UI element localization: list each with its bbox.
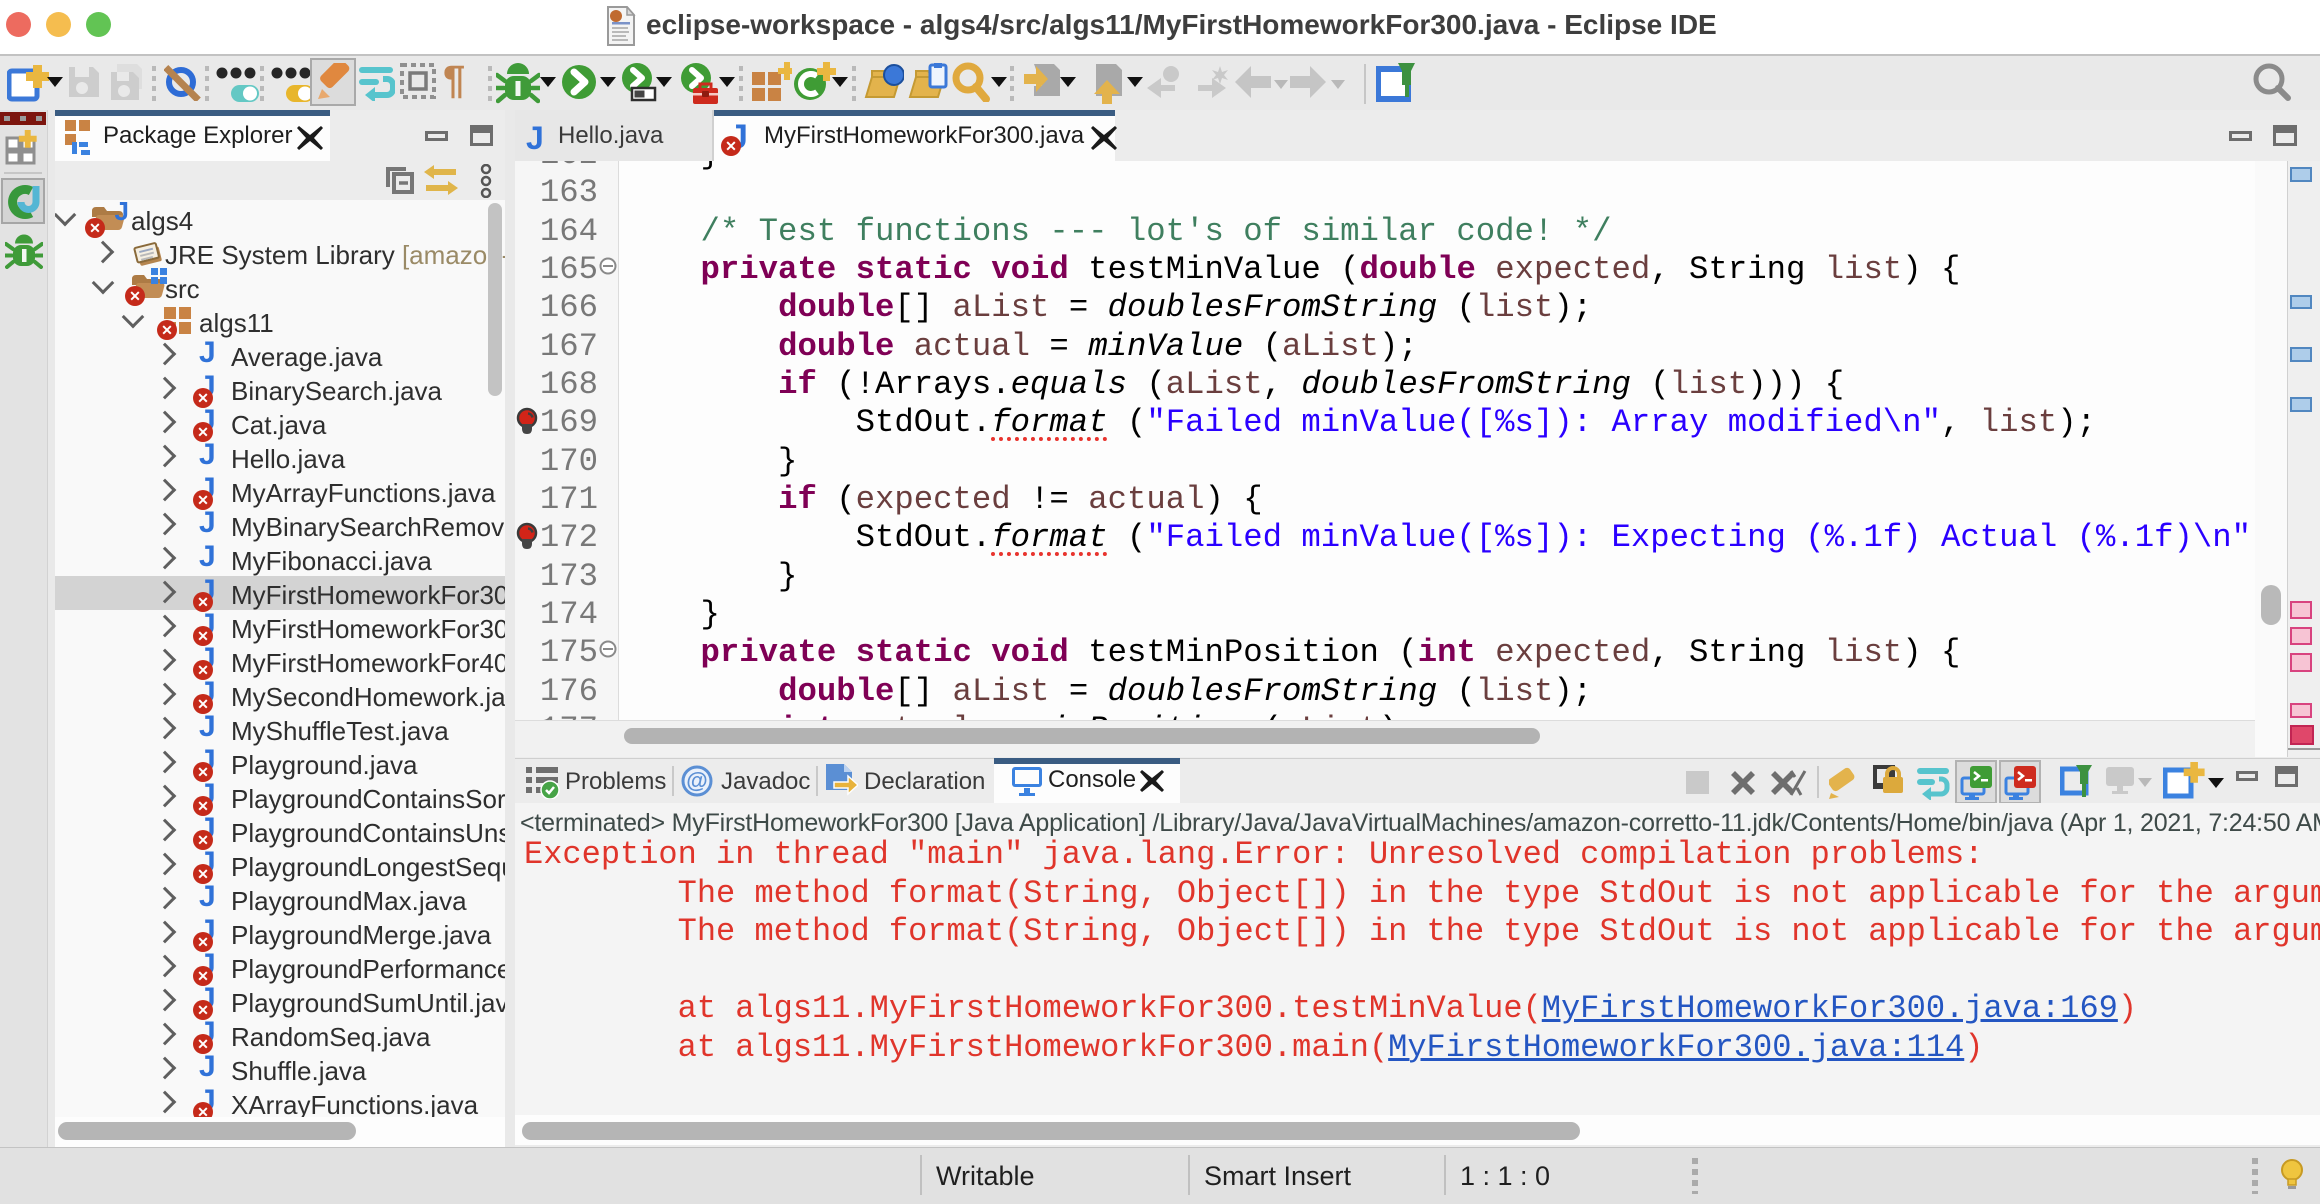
svg-text:@: @ [686,768,707,793]
